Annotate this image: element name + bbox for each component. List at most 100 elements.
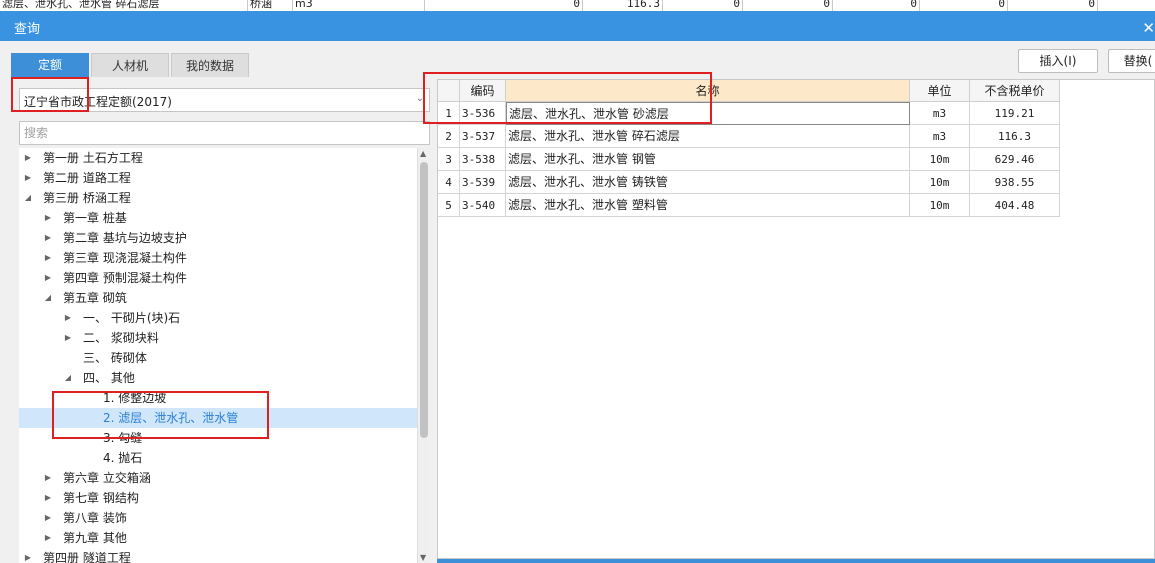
tree-node[interactable]: 4. 抛石 [19, 448, 417, 468]
grid-horizontal-scrollbar[interactable] [437, 559, 1155, 563]
price-cell[interactable]: 404.48 [970, 194, 1060, 217]
expand-arrow-icon[interactable]: ▶ [23, 168, 33, 188]
tab-my-data[interactable]: 我的数据 [171, 53, 249, 77]
code-cell[interactable]: 3-537 [460, 125, 506, 148]
tree-node-label: 第六章 立交箱涵 [63, 471, 151, 485]
row-number: 3 [438, 148, 460, 171]
code-cell[interactable]: 3-538 [460, 148, 506, 171]
tree-node-label: 四、 其他 [83, 371, 135, 385]
tree-node[interactable]: 三、 砖砌体 [19, 348, 417, 368]
tree-node-label: 第四册 隧道工程 [43, 551, 131, 563]
tree-node[interactable]: ▶ 第二章 基坑与边坡支护 [19, 228, 417, 248]
expand-arrow-icon[interactable]: ▶ [23, 148, 33, 168]
tree-node-label: 第二册 道路工程 [43, 171, 131, 185]
unit-cell[interactable]: 10m [910, 148, 970, 171]
tree-node[interactable]: ◢ 第五章 砌筑 [19, 288, 417, 308]
tree-node[interactable]: ◢ 四、 其他 [19, 368, 417, 388]
tree-node-label: 第七章 钢结构 [63, 491, 139, 505]
tree-node[interactable]: ▶ 第一册 土石方工程 [19, 148, 417, 168]
tree-node[interactable]: ▶ 第六章 立交箱涵 [19, 468, 417, 488]
tree-node[interactable]: ▶ 第四章 预制混凝土构件 [19, 268, 417, 288]
tree-node-selected[interactable]: 2. 滤层、泄水孔、泄水管 [19, 408, 417, 428]
tab-labor-material-machine[interactable]: 人材机 [91, 53, 169, 77]
tree-node[interactable]: ▶ 一、 干砌片(块)石 [19, 308, 417, 328]
tree-node[interactable]: ▶ 第一章 桩基 [19, 208, 417, 228]
tree-node[interactable]: ▶ 第二册 道路工程 [19, 168, 417, 188]
expand-arrow-icon[interactable]: ▶ [43, 268, 53, 288]
tree-node[interactable]: ▶ 第四册 隧道工程 [19, 548, 417, 563]
name-cell[interactable]: 滤层、泄水孔、泄水管 铸铁管 [506, 171, 910, 194]
tree-node-label: 1. 修整边坡 [103, 391, 167, 405]
insert-button[interactable]: 插入(I) [1018, 49, 1098, 73]
tree-node-label: 第四章 预制混凝土构件 [63, 271, 187, 285]
price-cell[interactable]: 119.21 [970, 102, 1060, 125]
bg-name-cell: 滤层、泄水孔、泄水管 碎石滤层 [0, 0, 248, 11]
bg-unit-cell: m3 [293, 0, 425, 11]
unit-cell[interactable]: m3 [910, 102, 970, 125]
scroll-up-arrow-icon[interactable]: ▲ [420, 149, 426, 158]
scroll-down-arrow-icon[interactable]: ▼ [420, 553, 426, 562]
expand-arrow-icon[interactable]: ▶ [63, 308, 73, 328]
tree-node-label: 3. 勾缝 [103, 431, 143, 445]
tree-node-label: 第五章 砌筑 [63, 291, 127, 305]
unit-cell[interactable]: 10m [910, 194, 970, 217]
column-header-price[interactable]: 不含税单价 [970, 80, 1060, 102]
column-header-code[interactable]: 编码 [460, 80, 506, 102]
unit-cell[interactable]: m3 [910, 125, 970, 148]
price-cell[interactable]: 116.3 [970, 125, 1060, 148]
expand-arrow-icon[interactable]: ▶ [43, 228, 53, 248]
tree-node[interactable]: ▶ 第三章 现浇混凝土构件 [19, 248, 417, 268]
tree-node[interactable]: ▶ 第九章 其他 [19, 528, 417, 548]
tree-node-label: 第三册 桥涵工程 [43, 191, 131, 205]
chevron-down-icon[interactable]: ⌄ [416, 93, 424, 104]
expand-arrow-icon[interactable]: ▶ [63, 328, 73, 348]
bg-value-cell: 0 [833, 0, 920, 11]
name-cell[interactable]: 滤层、泄水孔、泄水管 塑料管 [506, 194, 910, 217]
name-cell[interactable]: 滤层、泄水孔、泄水管 砂滤层 [506, 102, 910, 125]
code-cell[interactable]: 3-539 [460, 171, 506, 194]
expand-arrow-icon[interactable]: ▶ [23, 548, 33, 563]
search-input[interactable] [19, 121, 430, 145]
name-cell[interactable]: 滤层、泄水孔、泄水管 钢管 [506, 148, 910, 171]
tree-node[interactable]: 1. 修整边坡 [19, 388, 417, 408]
tree-node[interactable]: ▶ 第七章 钢结构 [19, 488, 417, 508]
tree-node-label: 第三章 现浇混凝土构件 [63, 251, 187, 265]
quota-library-select[interactable]: 辽宁省市政工程定额(2017) ⌄ [19, 88, 430, 112]
name-cell[interactable]: 滤层、泄水孔、泄水管 碎石滤层 [506, 125, 910, 148]
row-number-header [438, 80, 460, 102]
tab-quota[interactable]: 定额 [11, 53, 89, 77]
code-cell[interactable]: 3-536 [460, 102, 506, 125]
price-cell[interactable]: 629.46 [970, 148, 1060, 171]
collapse-arrow-icon[interactable]: ◢ [43, 288, 53, 308]
row-number: 1 [438, 102, 460, 125]
tree-node[interactable]: ▶ 二、 浆砌块料 [19, 328, 417, 348]
replace-button[interactable]: 替换( [1108, 49, 1155, 73]
bg-value-cell: 0 [743, 0, 833, 11]
expand-arrow-icon[interactable]: ▶ [43, 248, 53, 268]
tree-node[interactable]: ▶ 第八章 装饰 [19, 508, 417, 528]
expand-arrow-icon[interactable]: ▶ [43, 528, 53, 548]
price-cell[interactable]: 938.55 [970, 171, 1060, 194]
expand-arrow-icon[interactable]: ▶ [43, 468, 53, 488]
quota-results-grid: 编码 名称 单位 不含税单价 1 3-536 滤层、泄水孔、泄水管 砂滤层 m3… [437, 79, 1155, 559]
bg-value-cell: 116.3 [583, 0, 663, 11]
expand-arrow-icon[interactable]: ▶ [43, 488, 53, 508]
tree-node[interactable]: 3. 勾缝 [19, 428, 417, 448]
unit-cell[interactable]: 10m [910, 171, 970, 194]
code-cell[interactable]: 3-540 [460, 194, 506, 217]
collapse-arrow-icon[interactable]: ◢ [63, 368, 73, 388]
expand-arrow-icon[interactable]: ▶ [43, 508, 53, 528]
tree-scrollbar[interactable]: ▲ ▼ [417, 148, 430, 563]
column-header-name[interactable]: 名称 [506, 80, 910, 102]
tree-node-label: 第一册 土石方工程 [43, 151, 143, 165]
close-icon[interactable]: ✕ [1142, 19, 1155, 37]
tree-node-label: 第一章 桩基 [63, 211, 127, 225]
bg-value-cell: 0 [920, 0, 1008, 11]
expand-arrow-icon[interactable]: ▶ [43, 208, 53, 228]
bg-category-cell: 桥涵 [248, 0, 293, 11]
collapse-arrow-icon[interactable]: ◢ [23, 188, 33, 208]
scrollbar-thumb[interactable] [420, 162, 428, 438]
tree-node[interactable]: ◢ 第三册 桥涵工程 [19, 188, 417, 208]
column-header-unit[interactable]: 单位 [910, 80, 970, 102]
tree-node-label: 第九章 其他 [63, 531, 127, 545]
